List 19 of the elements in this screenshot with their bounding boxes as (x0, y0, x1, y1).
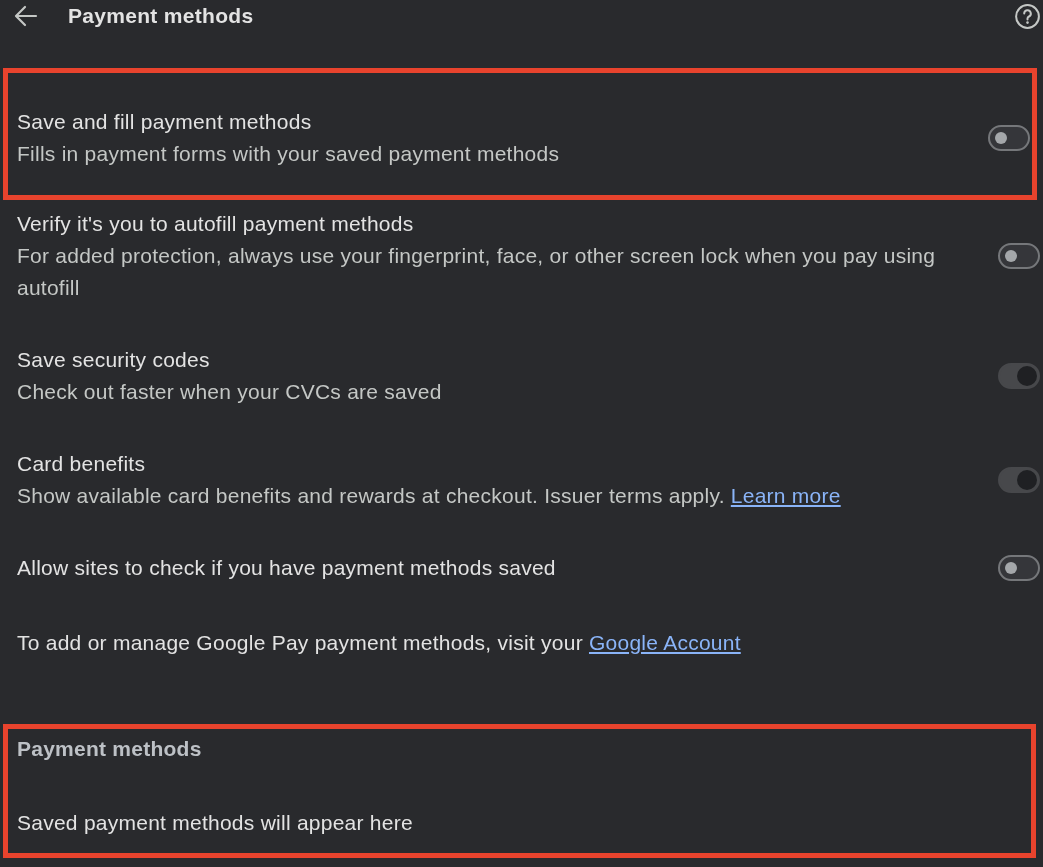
empty-state-text: Saved payment methods will appear here (17, 810, 414, 836)
setting-title: Card benefits (17, 451, 147, 477)
toggle-switch[interactable] (998, 243, 1040, 269)
account-link[interactable]: Google Account (589, 631, 741, 654)
setting-title: Verify it's you to autofill payment methods (17, 211, 415, 237)
toggle-switch[interactable] (988, 125, 1030, 151)
section-heading: Payment methods (17, 736, 203, 762)
toggle-switch[interactable] (998, 555, 1040, 581)
page-title: Payment methods (68, 3, 254, 29)
setting-description: For added protection, always use your fingerprint, face, or other screen lock when you pay using autofill (17, 243, 937, 301)
setting-title: Save and fill payment methods (17, 109, 313, 135)
setting-title: Save security codes (17, 347, 211, 373)
help-icon[interactable] (1015, 3, 1040, 29)
setting-description: Show available card benefits and rewards at checkout. Issuer terms apply. Learn more (17, 483, 842, 509)
setting-description: Fills in payment forms with your saved payment methods (17, 141, 561, 167)
setting-description: Check out faster when your CVCs are saved (17, 379, 443, 405)
back-arrow-icon[interactable] (14, 5, 38, 27)
setting-title: Allow sites to check if you have payment methods saved (17, 555, 557, 581)
account-note: To add or manage Google Pay payment methods, visit your Google Account (16, 630, 742, 656)
